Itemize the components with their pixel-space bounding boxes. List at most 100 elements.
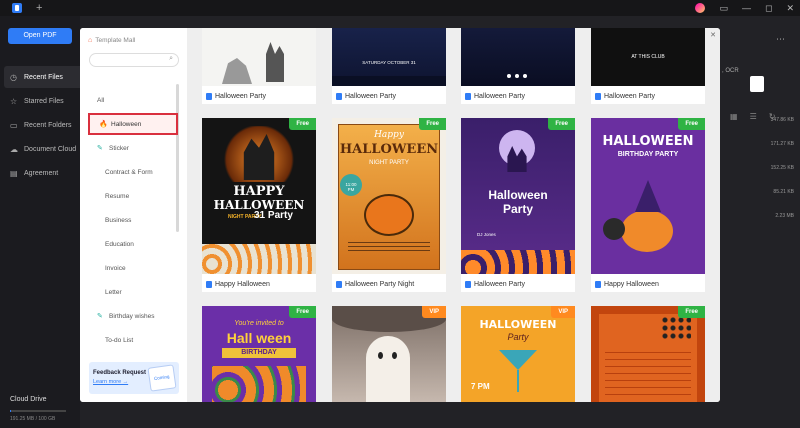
sidebar-item-label: Recent Files xyxy=(24,73,63,81)
thumbnail-text: 7 PM xyxy=(471,382,490,391)
category-all[interactable]: All xyxy=(88,88,178,112)
template-mall-dialog: ⌂ Template Mall ⌕ All 🔥 Halloween ✎ Sticke… xyxy=(80,28,720,402)
thumbnail-text: HALLOWEEN xyxy=(339,142,439,157)
document-icon xyxy=(595,281,601,288)
category-business[interactable]: Business xyxy=(88,208,178,232)
sticker-icon: ✎ xyxy=(97,145,103,152)
feedback-banner[interactable]: Feedback Request Learn more → Coming xyxy=(89,362,179,394)
ocr-text: , OCR xyxy=(722,68,739,74)
template-thumbnail: You're invited to Hall ween BIRTHDAY xyxy=(202,306,316,402)
home-icon: ⌂ xyxy=(88,37,93,44)
sticker-icon: ✎ xyxy=(97,313,103,320)
thumbnail-text: 31 Party xyxy=(254,210,293,221)
sidebar-item-label: Document Cloud xyxy=(24,145,77,153)
maximize-icon[interactable]: ◻ xyxy=(765,2,772,14)
document-icon xyxy=(595,93,601,100)
category-label: All xyxy=(97,96,105,104)
template-title-text: Happy Halloween xyxy=(215,281,270,288)
category-label: Sticker xyxy=(109,144,129,152)
thumbnail-text: DJ Jones xyxy=(477,232,496,237)
close-icon[interactable]: ✕ xyxy=(786,2,794,14)
template-card[interactable]: Free xyxy=(591,306,705,402)
category-todo-list[interactable]: To-do List xyxy=(88,328,178,352)
more-icon[interactable]: ⋯ xyxy=(776,34,785,45)
category-birthday-wishes[interactable]: ✎ Birthday wishes xyxy=(88,304,178,328)
template-card[interactable]: HALLOWEEN BIRTHDAY PARTY Free Happy Hall… xyxy=(591,118,705,292)
template-card[interactable]: AT THIS CLUB Halloween Party xyxy=(591,28,705,104)
category-resume[interactable]: Resume xyxy=(88,184,178,208)
cloud-icon: ☁ xyxy=(10,144,18,154)
category-halloween[interactable]: 🔥 Halloween xyxy=(88,113,178,135)
template-thumbnail: HALLOWEEN Party 7 PM xyxy=(461,306,575,402)
cloud-drive-label[interactable]: Cloud Drive xyxy=(10,396,47,403)
free-badge: Free xyxy=(678,306,705,318)
template-title-text: Happy Halloween xyxy=(604,281,659,288)
template-card[interactable]: HALLOWEEN Party 7 PM VIP xyxy=(461,306,575,402)
sidebar-nav: ◷ Recent Files ☆ Starred Files ▭ Recent … xyxy=(4,66,80,186)
vip-badge: VIP xyxy=(551,306,575,318)
file-size: 85.21 KB xyxy=(773,189,794,195)
thumbnail-text: BIRTHDAY PARTY xyxy=(617,151,679,158)
category-invoice[interactable]: Invoice xyxy=(88,256,178,280)
minimize-icon[interactable]: — xyxy=(742,2,751,14)
thumbnail-text: Happy xyxy=(374,130,404,140)
template-card[interactable]: Halloween Party xyxy=(461,28,575,104)
template-card[interactable]: Halloween Party xyxy=(202,28,316,104)
sidebar-item-recent-folders[interactable]: ▭ Recent Folders xyxy=(4,114,80,136)
template-card[interactable]: VIP xyxy=(332,306,446,402)
category-education[interactable]: Education xyxy=(88,232,178,256)
thumbnail-text: BIRTHDAY xyxy=(222,348,296,358)
template-card[interactable]: Happy HALLOWEEN NIGHT PARTY 11:00 PM Fre… xyxy=(332,118,446,292)
message-icon[interactable]: ▭ xyxy=(719,2,728,14)
template-thumbnail xyxy=(332,306,446,402)
category-list: All 🔥 Halloween ✎ Sticker Contract & Form … xyxy=(88,88,178,352)
sidebar-item-label: Agreement xyxy=(24,169,59,177)
template-card[interactable]: HAPPY HALLOWEEN NIGHT PARTY 31 Party Fre… xyxy=(202,118,316,292)
category-label: Halloween xyxy=(111,120,142,128)
category-label: Letter xyxy=(105,288,122,296)
clock-icon: ◷ xyxy=(10,72,17,82)
template-card[interactable]: SATURDAY OCTOBER 31 Halloween Party xyxy=(332,28,446,104)
thumbnail-text: NIGHT PARTY xyxy=(369,160,409,166)
template-thumbnail: HAPPY HALLOWEEN NIGHT PARTY 31 Party xyxy=(202,118,316,274)
category-sticker[interactable]: ✎ Sticker xyxy=(88,136,178,160)
template-thumbnail xyxy=(461,28,575,86)
open-pdf-button[interactable]: Open PDF xyxy=(8,28,72,44)
category-letter[interactable]: Letter xyxy=(88,280,178,304)
template-card[interactable]: Halloween Party DJ Jones Free Halloween … xyxy=(461,118,575,292)
sidebar-item-recent-files[interactable]: ◷ Recent Files xyxy=(4,66,80,88)
thumbnail-text: Party xyxy=(502,202,534,216)
template-search-input[interactable]: ⌕ xyxy=(89,53,179,67)
sidebar-item-starred-files[interactable]: ☆ Starred Files xyxy=(4,90,80,112)
feedback-title: Feedback Request xyxy=(93,370,147,376)
template-thumbnail xyxy=(202,28,316,86)
free-badge: Free xyxy=(289,306,316,318)
category-contract-form[interactable]: Contract & Form xyxy=(88,160,178,184)
thumbnail-text: SATURDAY OCTOBER 31 xyxy=(362,60,416,65)
file-size: 152.25 KB xyxy=(770,165,794,171)
search-icon[interactable]: ⌕ xyxy=(169,55,173,63)
learn-more-link[interactable]: Learn more → xyxy=(93,379,128,385)
new-tab-button[interactable]: + xyxy=(36,0,42,16)
category-label: Education xyxy=(105,240,134,248)
template-title: Happy Halloween xyxy=(595,281,659,288)
sidebar-item-document-cloud[interactable]: ☁ Document Cloud xyxy=(4,138,80,160)
template-title: Happy Halloween xyxy=(206,281,270,288)
file-size: 347.86 KB xyxy=(770,117,794,123)
document-icon xyxy=(336,281,342,288)
star-icon: ☆ xyxy=(10,96,18,106)
document-icon xyxy=(336,93,342,100)
template-thumbnail xyxy=(591,306,705,402)
grid-view-icon[interactable]: ▦ xyxy=(730,112,738,121)
template-card[interactable]: You're invited to Hall ween BIRTHDAY Fre… xyxy=(202,306,316,402)
app-logo-icon[interactable] xyxy=(12,3,22,13)
avatar[interactable] xyxy=(695,3,706,13)
category-label: To-do List xyxy=(105,336,134,344)
template-thumbnail: HALLOWEEN BIRTHDAY PARTY xyxy=(591,118,705,274)
template-thumbnail: AT THIS CLUB xyxy=(591,28,705,86)
sidebar-item-agreement[interactable]: ▤ Agreement xyxy=(4,162,80,184)
file-size: 171.27 KB xyxy=(770,141,794,147)
close-icon[interactable]: ✕ xyxy=(710,31,716,39)
document-icon xyxy=(206,281,212,288)
category-label: Invoice xyxy=(105,264,126,272)
